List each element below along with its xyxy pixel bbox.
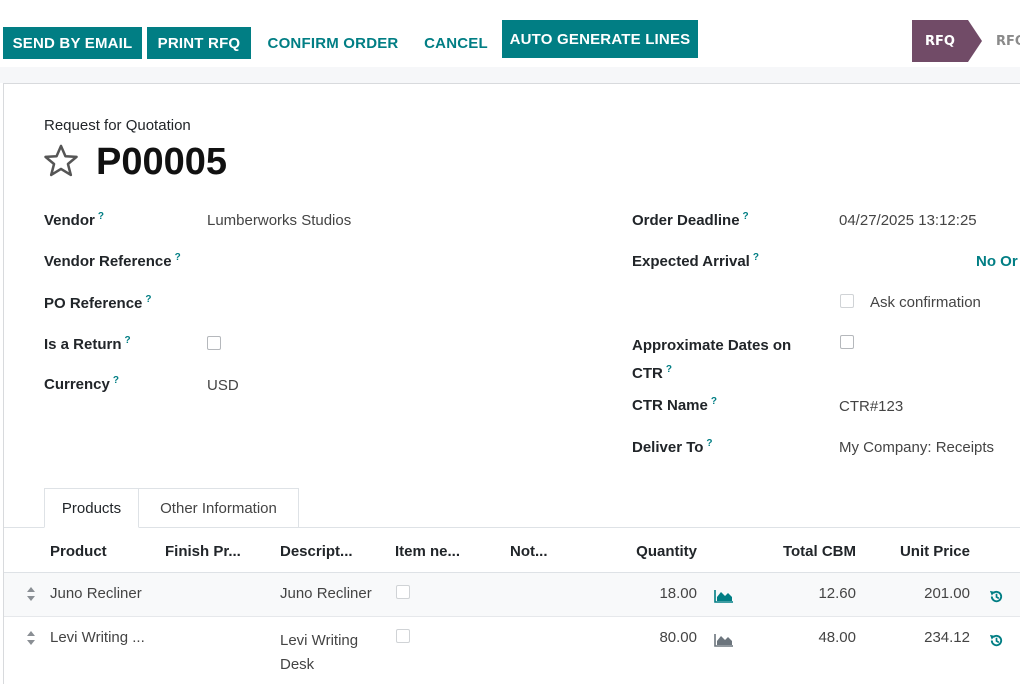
- auto-generate-lines-button[interactable]: AUTO GENERATE LINES: [502, 20, 698, 58]
- vendor-reference-field[interactable]: [207, 250, 507, 274]
- help-icon[interactable]: ?: [113, 375, 119, 386]
- breadcrumb-strip: [0, 0, 1020, 20]
- help-icon[interactable]: ?: [753, 252, 759, 263]
- approx-dates-label: Approximate Dates on CTR?: [632, 337, 792, 382]
- drag-handle-icon[interactable]: [26, 630, 36, 650]
- vendor-reference-label: Vendor Reference?: [44, 252, 181, 270]
- table-row[interactable]: Levi Writing ... Levi Writing Desk 80.00…: [4, 617, 1020, 684]
- column-header-finish[interactable]: Finish Pr...: [165, 543, 241, 560]
- history-icon[interactable]: [989, 589, 1004, 608]
- deliver-to-field[interactable]: My Company: Receipts: [839, 439, 994, 456]
- status-next[interactable]: RFQ: [996, 20, 1020, 62]
- form-background: [0, 67, 1020, 83]
- history-icon[interactable]: [989, 633, 1004, 652]
- column-header-notes[interactable]: Not...: [510, 543, 548, 560]
- po-reference-field[interactable]: [207, 292, 507, 316]
- currency-label: Currency?: [44, 375, 119, 393]
- expected-arrival-label: Expected Arrival?: [632, 252, 759, 270]
- help-icon[interactable]: ?: [666, 364, 672, 375]
- vendor-label: Vendor?: [44, 211, 104, 229]
- ask-confirmation-checkbox[interactable]: [840, 294, 854, 308]
- help-icon[interactable]: ?: [125, 335, 131, 346]
- help-icon[interactable]: ?: [145, 294, 151, 305]
- status-rfq[interactable]: RFQ: [912, 20, 968, 62]
- confirm-order-button[interactable]: CONFIRM ORDER: [258, 27, 408, 59]
- order-deadline-field[interactable]: 04/27/2025 13:12:25: [839, 212, 977, 229]
- drag-handle-icon[interactable]: [26, 586, 36, 606]
- approx-dates-checkbox[interactable]: [840, 335, 854, 349]
- deliver-to-label: Deliver To?: [632, 438, 713, 456]
- cell-unit-price[interactable]: 234.12: [870, 629, 970, 646]
- cancel-button[interactable]: CANCEL: [416, 27, 496, 59]
- record-name: P00005: [96, 141, 228, 183]
- help-icon[interactable]: ?: [98, 211, 104, 222]
- column-header-quantity[interactable]: Quantity: [597, 543, 697, 560]
- item-new-checkbox[interactable]: [396, 629, 410, 643]
- tab-other-information[interactable]: Other Information: [139, 488, 299, 528]
- cell-unit-price[interactable]: 201.00: [870, 585, 970, 602]
- column-header-item-new[interactable]: Item ne...: [395, 543, 460, 560]
- star-icon[interactable]: [42, 142, 82, 182]
- column-header-description[interactable]: Descript...: [280, 543, 353, 560]
- help-icon[interactable]: ?: [743, 211, 749, 222]
- item-new-checkbox[interactable]: [396, 585, 410, 599]
- cell-total-cbm[interactable]: 48.00: [756, 629, 856, 646]
- expected-arrival-field[interactable]: No Or: [976, 253, 1018, 270]
- tab-products[interactable]: Products: [44, 488, 139, 528]
- status-arrow: [968, 20, 982, 62]
- column-header-product[interactable]: Product: [50, 543, 107, 560]
- vendor-field[interactable]: Lumberworks Studios: [207, 212, 351, 229]
- column-header-unit-price[interactable]: Unit Price: [870, 543, 970, 560]
- is-return-label: Is a Return?: [44, 335, 131, 353]
- send-by-email-button[interactable]: SEND BY EMAIL: [3, 27, 142, 59]
- cell-description[interactable]: Levi Writing Desk: [280, 629, 358, 677]
- cell-product[interactable]: Levi Writing ...: [50, 629, 145, 646]
- help-icon[interactable]: ?: [175, 252, 181, 263]
- po-reference-label: PO Reference?: [44, 294, 152, 312]
- action-bar: SEND BY EMAIL PRINT RFQ CONFIRM ORDER CA…: [0, 19, 1020, 68]
- ctr-name-label: CTR Name?: [632, 396, 717, 414]
- cell-quantity[interactable]: 80.00: [597, 629, 697, 646]
- is-return-checkbox[interactable]: [207, 336, 221, 350]
- cell-total-cbm[interactable]: 12.60: [756, 585, 856, 602]
- help-icon[interactable]: ?: [706, 438, 712, 449]
- cell-quantity[interactable]: 18.00: [597, 585, 697, 602]
- forecast-chart-icon[interactable]: [714, 632, 734, 651]
- form-subtitle: Request for Quotation: [44, 117, 191, 134]
- ctr-name-field[interactable]: CTR#123: [839, 398, 903, 415]
- cell-product[interactable]: Juno Recliner: [50, 585, 142, 602]
- order-deadline-label: Order Deadline?: [632, 211, 749, 229]
- table-row[interactable]: Juno Recliner Juno Recliner 18.00 12.60 …: [4, 573, 1020, 616]
- forecast-chart-icon[interactable]: [714, 588, 734, 607]
- form-sheet: Request for Quotation P00005 Vendor? Lum…: [3, 83, 1020, 684]
- column-header-total-cbm[interactable]: Total CBM: [756, 543, 856, 560]
- currency-field[interactable]: USD: [207, 377, 239, 394]
- help-icon[interactable]: ?: [711, 396, 717, 407]
- cell-description[interactable]: Juno Recliner: [280, 585, 372, 602]
- ask-confirmation-label: Ask confirmation: [870, 294, 981, 311]
- print-rfq-button[interactable]: PRINT RFQ: [147, 27, 251, 59]
